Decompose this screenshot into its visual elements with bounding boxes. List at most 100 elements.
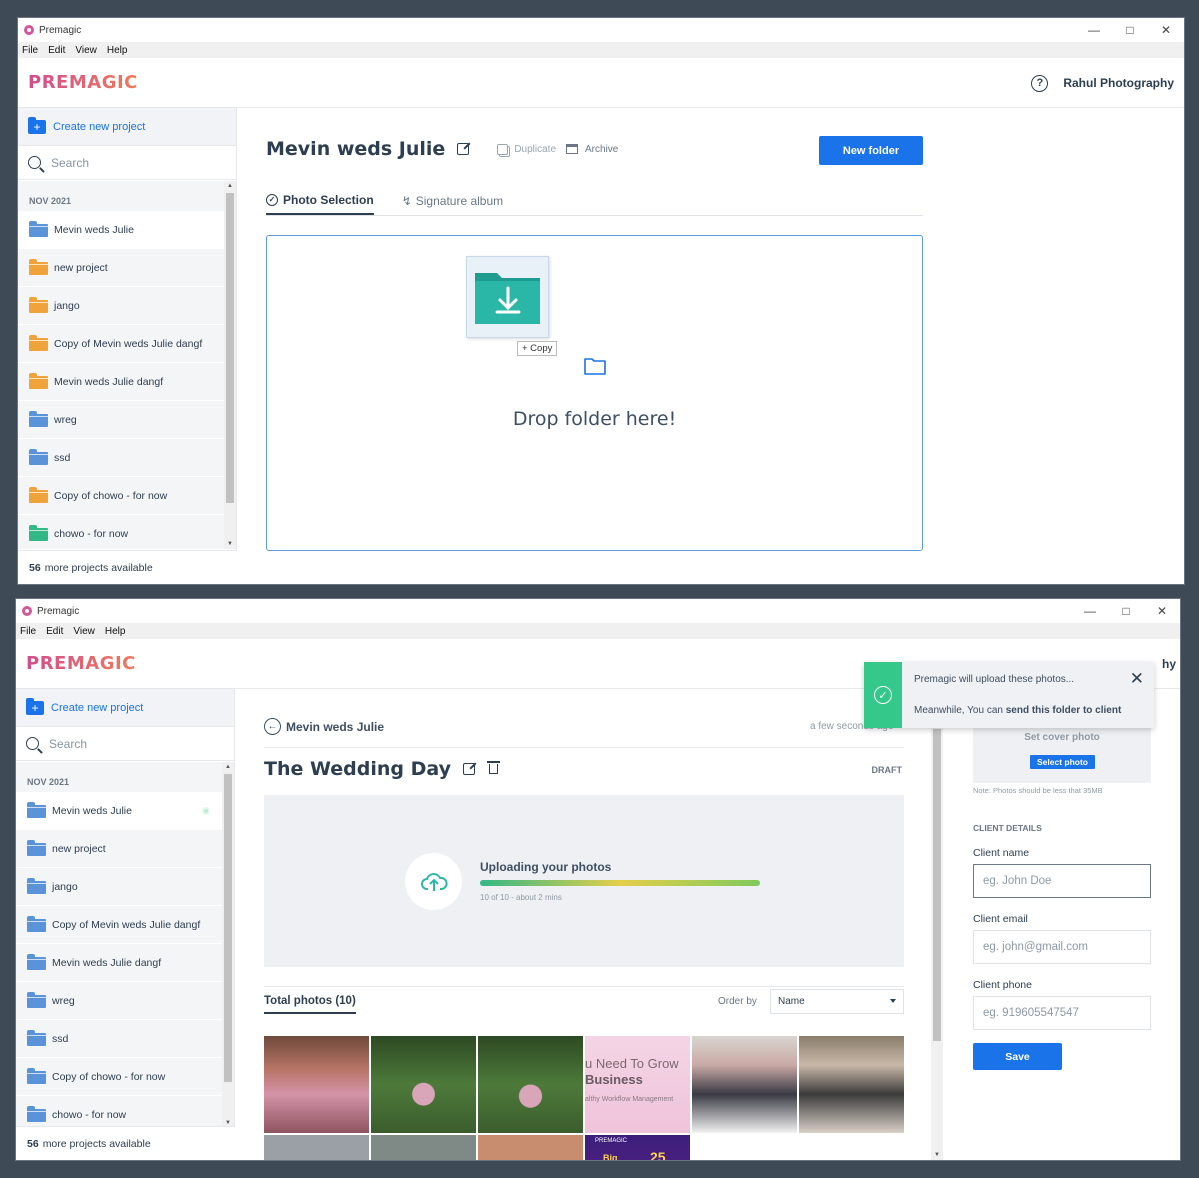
window-title: Premagic — [39, 24, 82, 36]
send-to-client-link[interactable]: send this folder to client — [1006, 705, 1122, 716]
menu-edit[interactable]: Edit — [48, 45, 65, 56]
photo-thumbnail[interactable] — [478, 1036, 583, 1133]
maximize-icon[interactable]: □ — [1112, 18, 1148, 42]
sidebar-item-label: Copy of Mevin weds Julie dangf — [54, 337, 203, 350]
save-button[interactable]: Save — [973, 1043, 1062, 1070]
menu-help[interactable]: Help — [105, 626, 126, 637]
download-folder-icon — [475, 273, 540, 324]
sidebar-item-project[interactable]: Copy of chowo - for now — [16, 1058, 222, 1096]
premagic-logo[interactable]: PREMAGIC — [28, 72, 138, 93]
trash-icon[interactable] — [487, 761, 501, 774]
more-projects[interactable]: 56 more projects available — [16, 1126, 235, 1160]
tab-signature-album[interactable]: ↯ Signature album — [402, 193, 503, 215]
maximize-icon[interactable]: □ — [1108, 599, 1144, 623]
folder-title: The Wedding Day — [264, 758, 452, 780]
folder-drop-zone[interactable]: + Copy Drop folder here! — [266, 235, 923, 551]
sidebar-item-project[interactable]: Copy of chowo - for now — [18, 477, 224, 515]
total-photos-tab[interactable]: Total photos (10) — [264, 995, 356, 1014]
photo-thumbnail[interactable] — [371, 1036, 476, 1133]
close-toast-icon[interactable]: ✕ — [1130, 669, 1144, 689]
sidebar-item-project[interactable]: new project — [18, 249, 224, 287]
photo-thumbnail[interactable] — [799, 1036, 904, 1133]
sidebar-item-project[interactable]: wreg — [18, 401, 224, 439]
sidebar-item-project[interactable]: Copy of Mevin weds Julie dangf — [16, 906, 222, 944]
photo-thumbnail[interactable] — [692, 1036, 797, 1133]
menu-file[interactable]: File — [20, 626, 36, 637]
edit-icon[interactable] — [457, 143, 470, 155]
sidebar-item-project[interactable]: jango — [16, 868, 222, 906]
menu-view[interactable]: View — [75, 45, 97, 56]
scrollbar-thumb[interactable] — [933, 729, 941, 1041]
sidebar-item-label: new project — [52, 842, 106, 855]
photo-thumbnail[interactable] — [478, 1135, 583, 1160]
close-icon[interactable]: ✕ — [1148, 18, 1184, 42]
create-project-button[interactable]: + Create new project — [16, 689, 234, 727]
sidebar-item-project[interactable]: chowo - for now — [18, 515, 224, 549]
premagic-logo[interactable]: PREMAGIC — [26, 653, 136, 674]
archive-button[interactable]: Archive — [566, 144, 618, 155]
menu-view[interactable]: View — [73, 626, 95, 637]
new-folder-button[interactable]: New folder — [819, 136, 923, 165]
sidebar-item-project[interactable]: new project — [16, 830, 222, 868]
scrollbar-thumb[interactable] — [224, 774, 232, 1082]
duplicate-button[interactable]: Duplicate — [497, 143, 557, 155]
tab-photo-selection-label: Photo Selection — [283, 193, 374, 207]
edit-icon[interactable] — [463, 763, 476, 775]
photo-thumbnail[interactable] — [264, 1036, 369, 1133]
sidebar-scrollbar[interactable]: ▲ ▼ — [224, 181, 236, 549]
folder-icon — [29, 525, 48, 541]
photo-thumbnail[interactable] — [264, 1135, 369, 1160]
close-icon[interactable]: ✕ — [1144, 599, 1180, 623]
add-folder-icon: + — [28, 116, 46, 134]
more-label: more projects available — [42, 1137, 151, 1150]
menu-edit[interactable]: Edit — [46, 626, 63, 637]
folder-icon — [29, 411, 48, 427]
back-link[interactable]: ← Mevin weds Julie — [264, 718, 384, 735]
minimize-icon[interactable]: — — [1072, 599, 1108, 623]
upload-progress-bar — [480, 880, 760, 886]
folder-icon — [27, 1068, 46, 1084]
sidebar-item-project[interactable]: ssd — [16, 1020, 222, 1058]
client-email-field[interactable] — [973, 930, 1151, 964]
sidebar-item-label: Mevin weds Julie dangf — [52, 956, 162, 969]
client-phone-field[interactable] — [973, 996, 1151, 1030]
search-input[interactable]: Search — [18, 146, 236, 180]
sidebar-item-project[interactable]: ssd — [18, 439, 224, 477]
photo-thumbnail[interactable]: PREMAGIC Big 25 — [585, 1135, 690, 1160]
help-icon[interactable]: ? — [1031, 74, 1049, 92]
sidebar-item-project[interactable]: chowo - for now — [16, 1096, 222, 1128]
menu-help[interactable]: Help — [107, 45, 128, 56]
create-project-button[interactable]: + Create new project — [18, 108, 236, 146]
minimize-icon[interactable]: — — [1076, 18, 1112, 42]
select-photo-button[interactable]: Select photo — [1030, 755, 1095, 769]
main-scrollbar[interactable]: ▼ — [931, 689, 943, 1160]
sidebar-item-label: wreg — [52, 994, 75, 1007]
photo-thumbnail[interactable] — [371, 1135, 476, 1160]
create-project-label: Create new project — [51, 701, 144, 714]
more-projects[interactable]: 56 more projects available — [18, 550, 237, 584]
sidebar-item-project[interactable]: wreg — [16, 982, 222, 1020]
account-name-partial[interactable]: hy — [1162, 657, 1176, 671]
photo-thumbnail[interactable]: u Need To Grow Business althy Workflow M… — [585, 1036, 690, 1133]
tab-photo-selection[interactable]: ✓ Photo Selection — [266, 193, 374, 215]
sidebar-item-project[interactable]: Mevin weds Julie — [16, 792, 222, 830]
menu-file[interactable]: File — [22, 45, 38, 56]
client-name-field[interactable] — [973, 864, 1151, 898]
sidebar-item-project[interactable]: jango — [18, 287, 224, 325]
sidebar-item-project[interactable]: Copy of Mevin weds Julie dangf — [18, 325, 224, 363]
sidebar-item-project[interactable]: Mevin weds Julie dangf — [16, 944, 222, 982]
search-input[interactable]: Search — [16, 727, 234, 761]
dragged-folder-preview — [466, 256, 549, 338]
scrollbar-thumb[interactable] — [226, 193, 234, 503]
account-name[interactable]: Rahul Photography — [1063, 76, 1174, 90]
sidebar-item-project[interactable]: Mevin weds Julie — [18, 211, 224, 249]
chevron-down-icon — [890, 999, 896, 1003]
sidebar-item-project[interactable]: Mevin weds Julie dangf — [18, 363, 224, 401]
app-window-2: Premagic — □ ✕ File Edit View Help PREMA… — [15, 598, 1181, 1161]
order-by-select[interactable]: Name — [770, 989, 904, 1014]
duplicate-label: Duplicate — [514, 143, 557, 155]
folder-icon — [27, 954, 46, 970]
sidebar-scrollbar[interactable]: ▲ ▼ — [222, 762, 234, 1128]
archive-label: Archive — [585, 143, 619, 155]
menu-bar: File Edit View Help — [18, 42, 1184, 58]
